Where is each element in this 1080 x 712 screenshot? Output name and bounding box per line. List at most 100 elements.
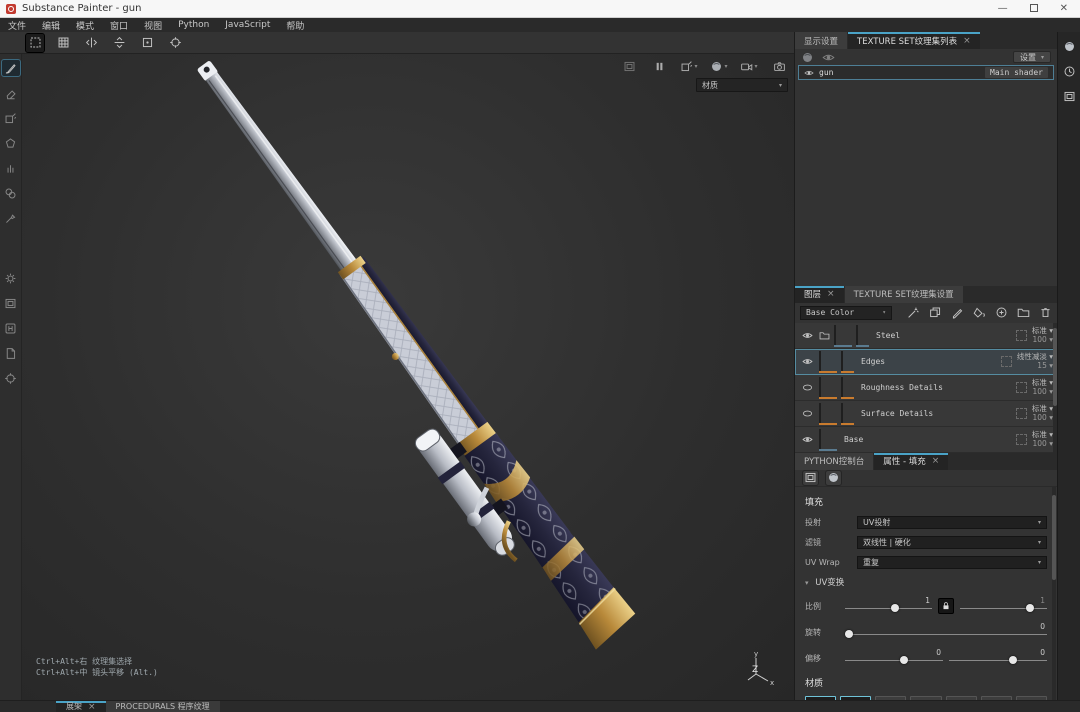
- video-dropdown-icon[interactable]: ▾: [740, 57, 758, 75]
- filter-dropdown[interactable]: 双线性 | 硬化 ▾: [857, 535, 1047, 549]
- blend-mode[interactable]: 标准 ▾: [1032, 378, 1053, 387]
- settings-target-icon[interactable]: [2, 370, 20, 386]
- grid-select-icon[interactable]: [25, 32, 45, 53]
- menu-file[interactable]: 文件: [8, 19, 26, 32]
- pen-icon[interactable]: [951, 306, 964, 319]
- trash-icon[interactable]: [1039, 306, 1052, 319]
- scale-slider-x[interactable]: 1: [845, 596, 932, 614]
- gun-model-render[interactable]: [22, 54, 794, 700]
- close-icon[interactable]: [963, 36, 971, 46]
- offset-slider-y[interactable]: 0: [949, 648, 1047, 666]
- visibility-eye-off-icon[interactable]: [799, 382, 815, 393]
- fill-scrollbar[interactable]: [1052, 486, 1056, 700]
- projection-icon[interactable]: [2, 110, 20, 126]
- target-gear-icon[interactable]: [166, 34, 184, 52]
- layer-link-box[interactable]: [1015, 433, 1027, 445]
- menu-edit[interactable]: 编辑: [42, 19, 60, 32]
- layer-link-box[interactable]: [1000, 355, 1012, 367]
- folder-icon[interactable]: [1017, 306, 1030, 319]
- layer-thumbnail[interactable]: [819, 429, 821, 450]
- menu-view[interactable]: 视图: [144, 19, 162, 32]
- channel-dropdown[interactable]: Base Color ▾: [800, 305, 892, 320]
- eye-icon[interactable]: [804, 68, 814, 78]
- blend-mode[interactable]: 标准 ▾: [1032, 326, 1053, 335]
- tab-python-console[interactable]: PYTHON控制台: [795, 452, 875, 470]
- panel-toggle-icon[interactable]: [2, 295, 20, 311]
- viewport-3d[interactable]: ▾ ▾ ▾ 材质 ▾ Ctrl+Alt+右 纹理集选择 Ctrl+Alt+中 镜…: [22, 54, 794, 700]
- material-sphere-icon[interactable]: [825, 469, 842, 486]
- visibility-eye-off-icon[interactable]: [799, 408, 815, 419]
- uv-transform-header[interactable]: ▾ UV变换: [805, 576, 1047, 588]
- menu-python[interactable]: Python: [178, 20, 209, 30]
- layer-thumbnail[interactable]: [819, 377, 821, 398]
- close-icon[interactable]: [88, 702, 96, 712]
- layer-mask-thumbnail[interactable]: [841, 377, 843, 398]
- layer-mask-thumbnail[interactable]: [841, 351, 843, 372]
- clone-icon[interactable]: [2, 185, 20, 201]
- lock-icon[interactable]: [938, 597, 954, 614]
- wand-icon[interactable]: [907, 306, 920, 319]
- symmetry-x-icon[interactable]: [82, 34, 100, 52]
- close-button[interactable]: ✕: [1060, 0, 1068, 18]
- shelf-sphere-icon[interactable]: [1063, 40, 1076, 53]
- grid-icon[interactable]: [54, 34, 72, 52]
- panel-icon[interactable]: [1063, 90, 1076, 103]
- maximize-button[interactable]: [1029, 3, 1038, 12]
- opacity-value[interactable]: 100 ▾: [1033, 413, 1053, 422]
- material-picker-icon[interactable]: [2, 210, 20, 226]
- opacity-value[interactable]: 100 ▾: [1033, 439, 1053, 448]
- menu-javascript[interactable]: JavaScript: [225, 20, 270, 30]
- layer-thumbnail[interactable]: [819, 351, 821, 372]
- minimize-button[interactable]: —: [998, 0, 1008, 18]
- paint-brush-icon[interactable]: [0, 59, 21, 77]
- visibility-eye-icon[interactable]: [799, 434, 815, 445]
- eraser-icon[interactable]: [2, 85, 20, 101]
- filter-sphere-icon[interactable]: [801, 51, 814, 64]
- layers-scrollbar[interactable]: [1053, 322, 1057, 453]
- tab-layers[interactable]: 图层: [795, 285, 845, 303]
- frame-icon[interactable]: [138, 34, 156, 52]
- smudge-icon[interactable]: [2, 160, 20, 176]
- blend-mode[interactable]: 线性减淡 ▾: [1017, 352, 1053, 361]
- blend-mode[interactable]: 标准 ▾: [1032, 404, 1053, 413]
- layer-link-box[interactable]: [1015, 407, 1027, 419]
- tab-procedurals[interactable]: PROCEDURALS 程序纹理: [105, 701, 220, 712]
- projection-dropdown-icon[interactable]: ▾: [680, 57, 698, 75]
- document-icon[interactable]: [2, 345, 20, 361]
- tab-texture-set-settings[interactable]: TEXTURE SET纹理集设置: [844, 285, 964, 303]
- blend-mode[interactable]: 标准 ▾: [1032, 430, 1053, 439]
- opacity-value[interactable]: 100 ▾: [1033, 335, 1053, 344]
- history-clock-icon[interactable]: [1063, 65, 1076, 78]
- layer-thumbnail[interactable]: [834, 325, 836, 346]
- texture-set-row[interactable]: gun Main shader: [798, 65, 1054, 80]
- opacity-value[interactable]: 15 ▾: [1037, 361, 1053, 370]
- layer-mask-thumbnail[interactable]: [841, 403, 843, 424]
- view-mode-dropdown[interactable]: 材质 ▾: [696, 78, 788, 92]
- symmetry-y-icon[interactable]: [110, 34, 128, 52]
- scale-slider-y[interactable]: 1: [960, 596, 1047, 614]
- layer-link-box[interactable]: [1015, 381, 1027, 393]
- visibility-eye-icon[interactable]: [799, 356, 815, 367]
- close-icon[interactable]: [932, 456, 940, 466]
- texture-set-shader[interactable]: Main shader: [985, 67, 1048, 78]
- opacity-value[interactable]: 100 ▾: [1033, 387, 1053, 396]
- tab-texture-set-list[interactable]: TEXTURE SET纹理集列表: [848, 32, 981, 49]
- sphere-dropdown-icon[interactable]: ▾: [710, 57, 728, 75]
- layer-link-box[interactable]: [1015, 329, 1027, 341]
- visibility-eye-icon[interactable]: [799, 330, 815, 341]
- filter-eye-icon[interactable]: [822, 51, 835, 64]
- folder-icon[interactable]: [819, 330, 830, 341]
- render-toggle-icon[interactable]: [620, 57, 638, 75]
- offset-slider-x[interactable]: 0: [845, 648, 943, 666]
- shortcut-h-icon[interactable]: [2, 320, 20, 336]
- close-icon[interactable]: [827, 289, 835, 299]
- layer-row-edges[interactable]: Edges 线性减淡 ▾ 15 ▾: [795, 348, 1057, 375]
- polygon-fill-icon[interactable]: [2, 135, 20, 151]
- layer-row-surface-details[interactable]: Surface Details 标准 ▾ 100 ▾: [795, 400, 1057, 427]
- axis-gizmo[interactable]: y Z x: [742, 648, 776, 686]
- projection-dropdown[interactable]: UV投射 ▾: [857, 515, 1047, 529]
- bucket-icon[interactable]: [973, 306, 986, 319]
- menu-help[interactable]: 帮助: [286, 19, 304, 32]
- tab-display-settings[interactable]: 显示设置: [795, 32, 849, 49]
- menu-window[interactable]: 窗口: [110, 19, 128, 32]
